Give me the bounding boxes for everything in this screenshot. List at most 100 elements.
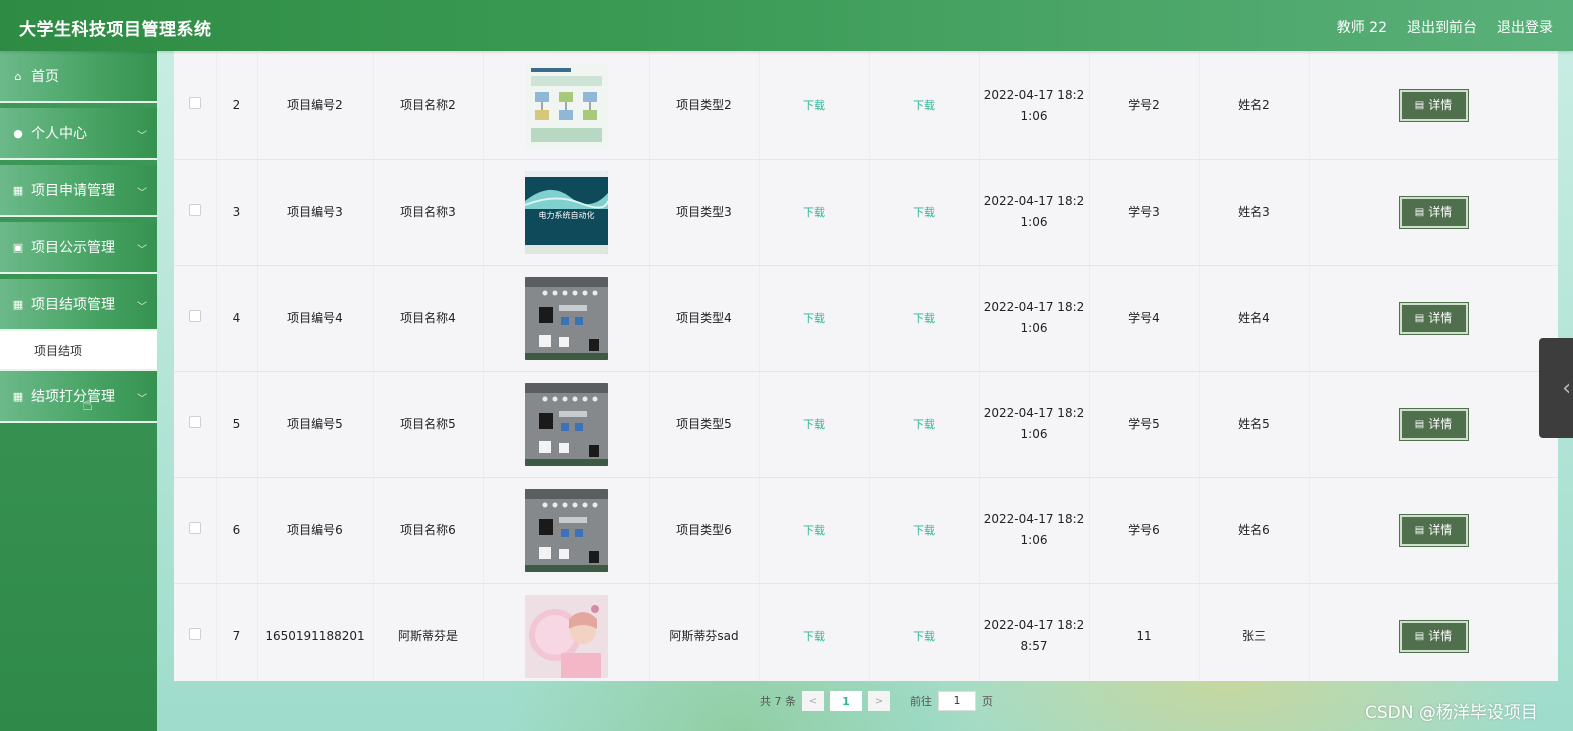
student-name: 张三 — [1199, 583, 1310, 681]
download-cell-2: 下载 — [869, 371, 980, 478]
row-checkbox[interactable] — [188, 309, 201, 322]
detail-button[interactable]: ▤ 详情 — [1398, 513, 1469, 547]
sidebar-item-label: 项目申请管理 — [31, 183, 115, 199]
submit-time: 2022-04-17 18:2 1:06 — [979, 53, 1090, 160]
submit-time-line1: 2022-04-17 18:2 — [983, 87, 1085, 102]
logout-link[interactable]: 退出登录 — [1497, 17, 1553, 37]
download-link[interactable]: 下载 — [913, 206, 935, 219]
student-name: 姓名4 — [1199, 265, 1310, 372]
current-page-number[interactable]: 1 — [830, 691, 862, 711]
download-link[interactable]: 下载 — [913, 524, 935, 537]
current-user: 教师 22 — [1336, 20, 1387, 36]
pagination: 共 7 条 < 1 > 前往 1 页 — [760, 690, 993, 712]
detail-button[interactable]: ▤ 详情 — [1398, 301, 1469, 335]
app-title: 大学生科技项目管理系统 — [19, 20, 212, 40]
row-index: 6 — [216, 477, 258, 584]
chevron-down-icon: ﹀ — [137, 302, 147, 313]
book-cover-title: 电力系统自动化 — [538, 210, 594, 220]
student-id: 学号2 — [1089, 53, 1200, 160]
project-type: 阿斯蒂芬sad — [649, 583, 760, 681]
control-panel-thumbnail — [524, 276, 608, 360]
home-icon: ⌂ — [14, 69, 22, 83]
submit-time-line1: 2022-04-17 18:2 — [983, 406, 1085, 420]
sidebar-subitem-project-close[interactable]: 项目结项 — [0, 331, 157, 371]
student-id: 学号5 — [1089, 371, 1200, 478]
row-checkbox[interactable] — [188, 415, 201, 428]
header-actions: 教师 22 退出到前台 退出登录 — [1337, 17, 1553, 37]
detail-button[interactable]: ▤ 详情 — [1398, 407, 1469, 441]
project-name: 项目名称6 — [373, 477, 484, 584]
document-icon: ▤ — [1414, 524, 1425, 536]
project-type: 项目类型2 — [649, 53, 760, 160]
row-checkbox[interactable] — [188, 203, 201, 216]
sidebar-item-3[interactable]: ▣ 项目公示管理 ﹀ — [0, 222, 157, 274]
chevron-down-icon: ﹀ — [137, 188, 147, 199]
download-link[interactable]: 下载 — [913, 418, 935, 431]
detail-button-label: 详情 — [1428, 204, 1453, 219]
page-unit-label: 页 — [982, 695, 993, 708]
goto-page-input[interactable]: 1 — [938, 691, 976, 711]
project-name: 项目名称5 — [373, 371, 484, 478]
download-cell-2: 下载 — [869, 583, 980, 681]
row-checkbox[interactable] — [188, 627, 201, 640]
prev-page-button[interactable]: < — [802, 691, 824, 711]
detail-button-label: 详情 — [1428, 416, 1453, 431]
project-name: 阿斯蒂芬是 — [373, 583, 484, 681]
submit-time-line2: 1:06 — [1020, 215, 1048, 229]
project-image-cell — [483, 477, 650, 584]
project-name: 项目名称2 — [373, 53, 484, 160]
table-row: 4 项目编号4 项目名称4 项目类型4 下载 下载 2022-04-17 18:2 1:06 学… — [174, 265, 1558, 372]
sidebar: ⌂ 首页 ● 个人中心 ﹀ ▦ 项目申请管理 ﹀ ▣ 项目公示管理 ﹀ ▦ 项目结项管理 ﹀ 项目结项 ▦ 结项… — [0, 51, 157, 731]
sidebar-item-1[interactable]: ● 个人中心 ﹀ — [0, 108, 157, 160]
row-checkbox[interactable] — [188, 521, 201, 534]
grid-icon: ▦ — [12, 297, 24, 311]
document-icon: ▤ — [1414, 418, 1425, 430]
exit-to-front-link[interactable]: 退出到前台 — [1407, 17, 1477, 37]
watermark: CSDN @杨洋毕设项目 — [1365, 703, 1538, 723]
student-id: 11 — [1089, 583, 1200, 681]
download-link[interactable]: 下载 — [803, 99, 825, 112]
submit-time-line2: 1:06 — [1020, 108, 1048, 123]
detail-button-label: 详情 — [1428, 310, 1453, 325]
table-row: 5 项目编号5 项目名称5 项目类型5 下载 下载 2022-04-17 18:2 1:06 学… — [174, 371, 1558, 478]
download-cell-1: 下载 — [759, 53, 870, 160]
table-row: 2 项目编号2 项目名称2 项目类型2 下载 下载 2022-04-17 18:2 1:06 学… — [174, 53, 1558, 160]
project-type: 项目类型6 — [649, 477, 760, 584]
project-code: 项目编号5 — [257, 371, 374, 478]
next-page-button[interactable]: > — [868, 691, 890, 711]
document-icon: ▤ — [1414, 206, 1425, 218]
student-name: 姓名6 — [1199, 477, 1310, 584]
detail-button[interactable]: ▤ 详情 — [1398, 195, 1469, 229]
detail-button[interactable]: ▤ 详情 — [1398, 619, 1469, 653]
download-link[interactable]: 下载 — [803, 524, 825, 537]
row-index: 5 — [216, 371, 258, 478]
project-code: 1650191188201 — [257, 583, 374, 681]
control-panel-thumbnail — [524, 488, 608, 572]
project-type: 项目类型3 — [649, 159, 760, 266]
collapse-panel-tab[interactable]: ‹ — [1539, 338, 1573, 438]
download-link[interactable]: 下载 — [913, 630, 935, 643]
project-type: 项目类型5 — [649, 371, 760, 478]
submit-time: 2022-04-17 18:2 1:06 — [979, 159, 1090, 266]
sidebar-item-4[interactable]: ▦ 项目结项管理 ﹀ — [0, 279, 157, 331]
download-link[interactable]: 下载 — [913, 99, 935, 112]
sidebar-item-label: 结项打分管理 — [31, 389, 115, 405]
download-cell-1: 下载 — [759, 159, 870, 266]
download-link[interactable]: 下载 — [913, 312, 935, 325]
download-link[interactable]: 下载 — [803, 630, 825, 643]
detail-button-label: 详情 — [1428, 522, 1453, 537]
actions-cell: ▤ 详情 — [1309, 371, 1558, 478]
detail-button[interactable]: ▤ 详情 — [1398, 89, 1469, 123]
sidebar-item-0[interactable]: ⌂ 首页 — [0, 51, 157, 103]
download-cell-2: 下载 — [869, 53, 980, 160]
download-link[interactable]: 下载 — [803, 418, 825, 431]
row-select-cell — [174, 265, 217, 372]
goto-label: 前往 — [910, 695, 932, 708]
sidebar-item-2[interactable]: ▦ 项目申请管理 ﹀ — [0, 165, 157, 217]
download-link[interactable]: 下载 — [803, 312, 825, 325]
submit-time-line2: 1:06 — [1020, 533, 1048, 547]
row-checkbox[interactable] — [188, 97, 201, 110]
sidebar-item-5[interactable]: ▦ 结项打分管理 ﹀ — [0, 371, 157, 423]
chevron-down-icon: ﹀ — [137, 394, 147, 405]
download-link[interactable]: 下载 — [803, 206, 825, 219]
